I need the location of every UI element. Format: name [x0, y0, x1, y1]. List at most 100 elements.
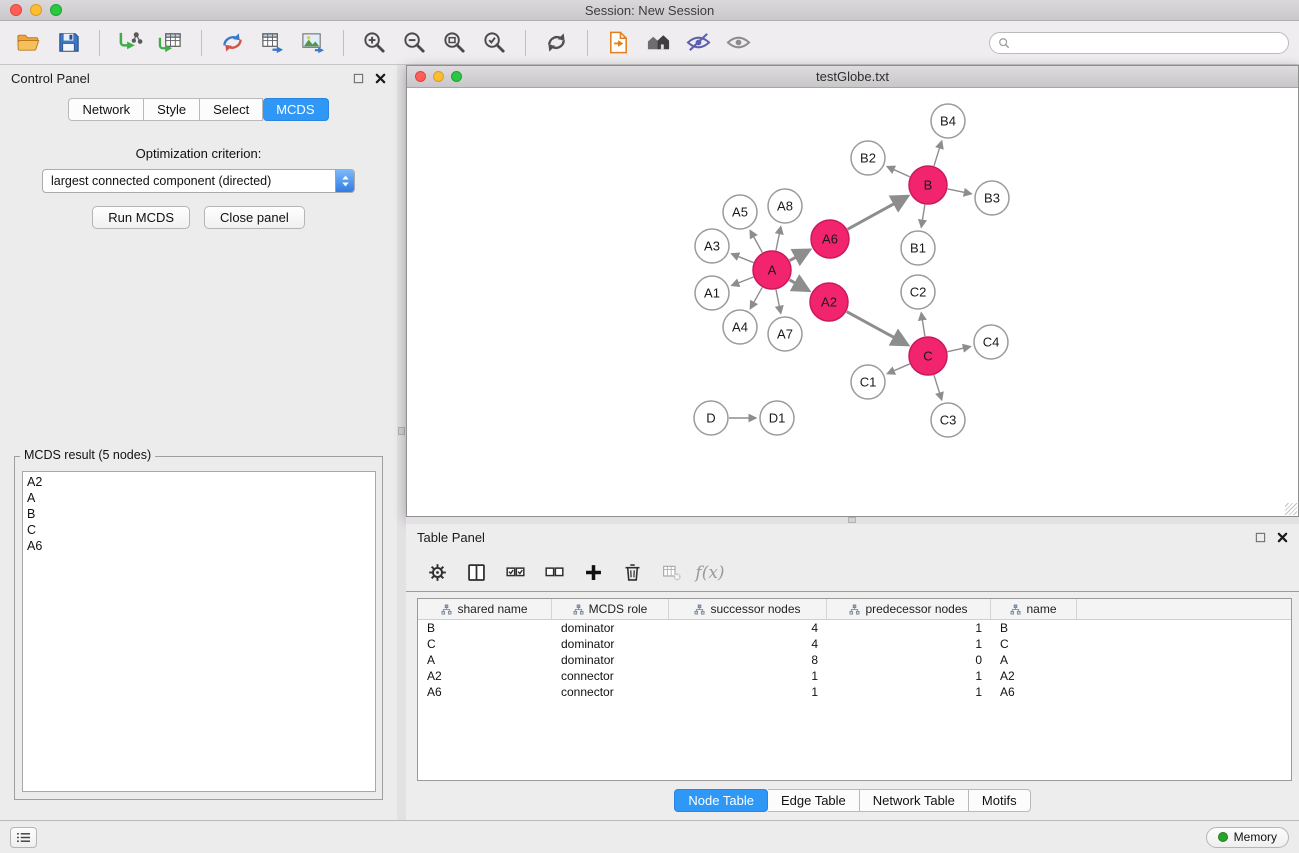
window-resize-grip[interactable] — [1285, 503, 1297, 515]
optimization-criterion-select[interactable]: largest connected component (directed) — [42, 169, 355, 193]
table-cell[interactable]: 1 — [827, 668, 991, 684]
edge-C-C3[interactable] — [934, 375, 942, 400]
zoom-selected-button[interactable] — [476, 26, 513, 60]
memory-button[interactable]: Memory — [1206, 827, 1289, 848]
table-cell[interactable]: 0 — [827, 652, 991, 668]
table-cell[interactable]: connector — [552, 684, 669, 700]
edge-B-B3[interactable] — [948, 189, 972, 194]
node-D1[interactable]: D1 — [760, 401, 794, 435]
table-cell[interactable]: 1 — [827, 636, 991, 652]
search-field[interactable] — [989, 32, 1289, 54]
node-A[interactable]: A — [753, 251, 791, 289]
minimize-window-button[interactable] — [30, 4, 42, 16]
table-cell[interactable]: 1 — [669, 668, 827, 684]
zoom-fit-button[interactable] — [436, 26, 473, 60]
tab-network-table[interactable]: Network Table — [860, 789, 969, 812]
edge-B-B4[interactable] — [934, 141, 942, 166]
mcds-result-item-c[interactable]: C — [27, 522, 371, 538]
table-cell[interactable]: 1 — [827, 620, 991, 636]
table-cell[interactable]: B — [991, 620, 1077, 636]
table-cell[interactable]: 4 — [669, 620, 827, 636]
export-network-button[interactable] — [214, 26, 251, 60]
table-cell[interactable]: dominator — [552, 636, 669, 652]
node-B4[interactable]: B4 — [931, 104, 965, 138]
edge-B-B2[interactable] — [887, 167, 910, 177]
task-history-button[interactable] — [10, 827, 37, 848]
edge-A-A8[interactable] — [776, 227, 781, 251]
node-C1[interactable]: C1 — [851, 365, 885, 399]
tab-network[interactable]: Network — [68, 98, 144, 121]
table-row-b[interactable]: Bdominator41B — [418, 620, 1291, 636]
table-cell[interactable]: A — [991, 652, 1077, 668]
column-header-name[interactable]: name — [991, 599, 1077, 619]
network-graph[interactable]: B4B2BB3A8A5A6B1A3AC2A1A2A4A7C4CC1C3DD1 — [407, 88, 1298, 516]
node-D[interactable]: D — [694, 401, 728, 435]
table-cell[interactable]: A — [418, 652, 552, 668]
table-cell[interactable]: A2 — [418, 668, 552, 684]
float-panel-icon[interactable] — [353, 73, 364, 84]
delete-column-button[interactable] — [617, 558, 647, 588]
column-header-predecessor-nodes[interactable]: predecessor nodes — [827, 599, 991, 619]
column-header-successor-nodes[interactable]: successor nodes — [669, 599, 827, 619]
function-builder-button[interactable]: f(x) — [695, 558, 725, 588]
node-C[interactable]: C — [909, 337, 947, 375]
node-B2[interactable]: B2 — [851, 141, 885, 175]
show-panels-button[interactable] — [720, 26, 757, 60]
table-cell[interactable]: 1 — [669, 684, 827, 700]
open-session-button[interactable] — [10, 26, 47, 60]
table-cell[interactable]: dominator — [552, 652, 669, 668]
close-window-button[interactable] — [10, 4, 22, 16]
network-overview-button[interactable] — [640, 26, 677, 60]
mcds-result-list[interactable]: A2ABCA6 — [22, 471, 376, 792]
minimize-network-window-button[interactable] — [433, 71, 444, 82]
horizontal-splitter[interactable] — [406, 517, 1299, 524]
table-cell[interactable]: A6 — [418, 684, 552, 700]
network-canvas[interactable]: B4B2BB3A8A5A6B1A3AC2A1A2A4A7C4CC1C3DD1 — [407, 88, 1298, 516]
tab-mcds[interactable]: MCDS — [263, 98, 328, 121]
edge-A-A1[interactable] — [732, 277, 754, 285]
edge-A-A7[interactable] — [776, 290, 781, 314]
zoom-out-button[interactable] — [396, 26, 433, 60]
node-A8[interactable]: A8 — [768, 189, 802, 223]
edge-B-B1[interactable] — [921, 205, 925, 228]
node-C2[interactable]: C2 — [901, 275, 935, 309]
table-row-c[interactable]: Cdominator41C — [418, 636, 1291, 652]
import-table-button[interactable] — [152, 26, 189, 60]
table-settings-button[interactable] — [422, 558, 452, 588]
table-row-a2[interactable]: A2connector11A2 — [418, 668, 1291, 684]
edge-C-C1[interactable] — [887, 364, 909, 374]
edge-C-C4[interactable] — [948, 347, 971, 352]
node-A5[interactable]: A5 — [723, 195, 757, 229]
edge-A2-C[interactable] — [847, 312, 908, 345]
import-network-button[interactable] — [112, 26, 149, 60]
close-panel-button[interactable]: Close panel — [204, 206, 305, 229]
column-header-mcds-role[interactable]: MCDS role — [552, 599, 669, 619]
table-cell[interactable]: connector — [552, 668, 669, 684]
close-network-window-button[interactable] — [415, 71, 426, 82]
table-row-a[interactable]: Adominator80A — [418, 652, 1291, 668]
mcds-result-item-a2[interactable]: A2 — [27, 474, 371, 490]
node-A4[interactable]: A4 — [723, 310, 757, 344]
node-C3[interactable]: C3 — [931, 403, 965, 437]
table-row-a6[interactable]: A6connector11A6 — [418, 684, 1291, 700]
tab-motifs[interactable]: Motifs — [969, 789, 1031, 812]
edge-C-C2[interactable] — [921, 313, 925, 336]
splitter-handle[interactable] — [848, 517, 856, 523]
node-B3[interactable]: B3 — [975, 181, 1009, 215]
column-header-shared-name[interactable]: shared name — [418, 599, 552, 619]
float-panel-icon[interactable] — [1255, 532, 1266, 543]
table-cell[interactable]: C — [991, 636, 1077, 652]
hide-panels-button[interactable] — [680, 26, 717, 60]
show-columns-button[interactable] — [461, 558, 491, 588]
refresh-button[interactable] — [538, 26, 575, 60]
tab-node-table[interactable]: Node Table — [674, 789, 768, 812]
close-panel-icon[interactable] — [375, 73, 386, 84]
node-B[interactable]: B — [909, 166, 947, 204]
table-cell[interactable]: C — [418, 636, 552, 652]
table-cell[interactable]: 4 — [669, 636, 827, 652]
node-C4[interactable]: C4 — [974, 325, 1008, 359]
mcds-result-item-a[interactable]: A — [27, 490, 371, 506]
select-all-button[interactable] — [500, 558, 530, 588]
table-cell[interactable]: 8 — [669, 652, 827, 668]
search-input[interactable] — [1015, 36, 1280, 50]
